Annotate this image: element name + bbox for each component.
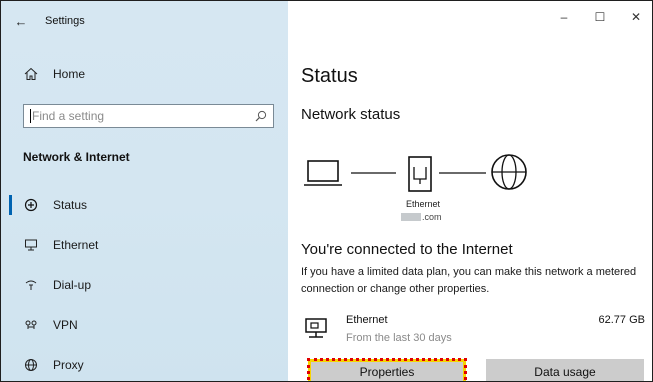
search-input[interactable]: Find a setting bbox=[23, 104, 274, 128]
close-icon: ✕ bbox=[630, 10, 642, 24]
back-button[interactable]: ← bbox=[1, 1, 41, 41]
minimize-button[interactable]: – bbox=[546, 1, 582, 33]
data-usage-button[interactable]: Data usage bbox=[486, 359, 644, 381]
search-placeholder: Find a setting bbox=[32, 109, 105, 123]
sidebar-item-label: Dial-up bbox=[53, 278, 92, 292]
domain-label: .com bbox=[401, 212, 461, 222]
data-usage-amount: 62.77 GB bbox=[598, 314, 645, 326]
network-diagram-graphic bbox=[304, 154, 527, 192]
adapter-label: Ethernet bbox=[405, 199, 441, 209]
text-cursor bbox=[30, 109, 31, 123]
sidebar-item-label: Status bbox=[53, 198, 88, 212]
back-arrow-icon: ← bbox=[14, 13, 28, 29]
sidebar-item-label: Proxy bbox=[53, 358, 84, 372]
app-title: Settings bbox=[45, 15, 85, 27]
minimize-icon: – bbox=[560, 10, 568, 24]
proxy-icon bbox=[23, 357, 39, 373]
network-diagram: Ethernet .com bbox=[301, 147, 561, 237]
domain-suffix: .com bbox=[422, 212, 442, 222]
title-bar: ← Settings bbox=[1, 1, 288, 41]
section-title: Network & Internet bbox=[23, 150, 130, 164]
connection-heading: You're connected to the Internet bbox=[301, 241, 513, 258]
sidebar-item-label: VPN bbox=[53, 318, 78, 332]
connection-subtitle: From the last 30 days bbox=[346, 332, 452, 344]
ethernet-connection-icon bbox=[305, 318, 331, 345]
connection-name: Ethernet bbox=[346, 314, 388, 326]
sidebar-item-home[interactable]: Home bbox=[23, 64, 85, 84]
sidebar-item-status[interactable]: Status bbox=[1, 185, 288, 225]
ethernet-adapter-icon bbox=[408, 156, 432, 192]
connection-usage-row: Ethernet From the last 30 days 62.77 GB bbox=[301, 314, 647, 348]
settings-window: ← Settings Home Find a setting Network &… bbox=[0, 0, 653, 382]
home-label: Home bbox=[53, 67, 86, 81]
sidebar-item-ethernet[interactable]: Ethernet bbox=[1, 225, 288, 265]
sidebar-item-vpn[interactable]: VPN bbox=[1, 305, 288, 345]
network-status-heading: Network status bbox=[301, 106, 401, 123]
status-icon bbox=[23, 197, 39, 213]
close-button[interactable]: ✕ bbox=[618, 1, 652, 33]
window-controls: – ☐ ✕ bbox=[546, 1, 652, 41]
sidebar-item-label: Ethernet bbox=[53, 238, 99, 252]
vpn-icon bbox=[23, 317, 39, 333]
sidebar-item-proxy[interactable]: Proxy bbox=[1, 345, 288, 381]
sidebar-item-dialup[interactable]: Dial-up bbox=[1, 265, 288, 305]
internet-globe-icon bbox=[491, 154, 527, 190]
dialup-icon bbox=[23, 277, 39, 293]
connection-description: If you have a limited data plan, you can… bbox=[301, 266, 637, 295]
computer-icon bbox=[304, 160, 342, 186]
search-icon[interactable] bbox=[249, 110, 273, 122]
main-pane: – ☐ ✕ Status Network status Ethernet .co… bbox=[288, 1, 652, 381]
maximize-icon: ☐ bbox=[594, 10, 606, 24]
maximize-button[interactable]: ☐ bbox=[582, 1, 618, 33]
properties-button[interactable]: Properties bbox=[307, 358, 467, 381]
sidebar: ← Settings Home Find a setting Network &… bbox=[1, 1, 288, 381]
sidebar-nav: Status Ethernet Dial-up VPN Proxy bbox=[1, 185, 288, 381]
redacted-domain bbox=[401, 213, 421, 221]
home-icon bbox=[23, 66, 39, 82]
page-title: Status bbox=[301, 65, 358, 87]
ethernet-icon bbox=[23, 237, 39, 253]
